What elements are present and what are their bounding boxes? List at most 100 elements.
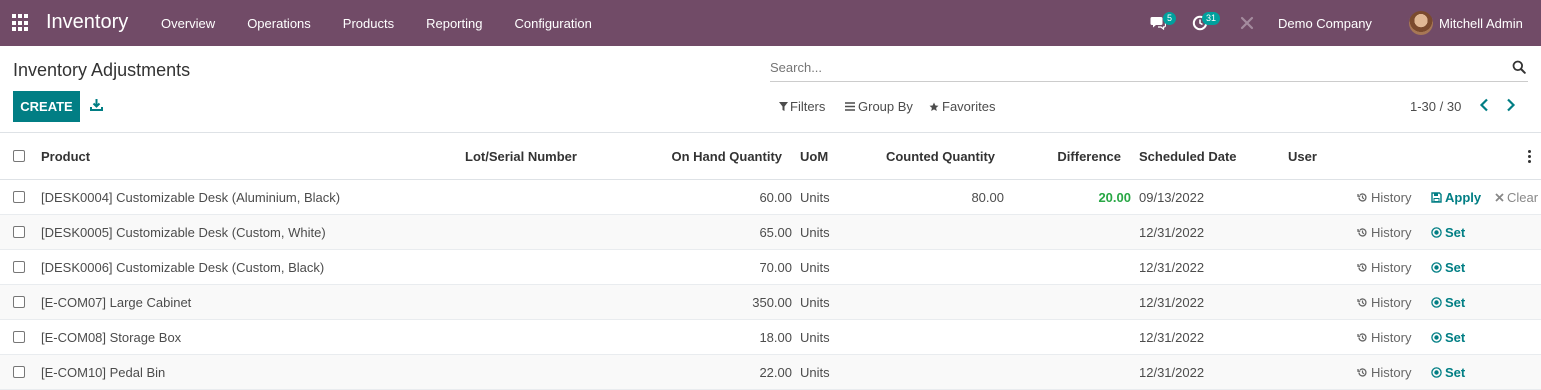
pager-value[interactable]: 1-30 / 30 xyxy=(1410,99,1461,114)
target-icon xyxy=(1431,296,1442,308)
app-menu-icon[interactable] xyxy=(12,14,30,32)
user-avatar[interactable] xyxy=(1409,11,1433,35)
date-cell: 12/31/2022 xyxy=(1139,329,1205,345)
inventory-table: Product Lot/Serial Number On Hand Quanti… xyxy=(0,132,1541,390)
menu-operations[interactable]: Operations xyxy=(247,16,311,31)
table-header: Product Lot/Serial Number On Hand Quanti… xyxy=(0,133,1541,180)
date-cell: 12/31/2022 xyxy=(1139,224,1205,240)
app-title[interactable]: Inventory xyxy=(46,11,128,34)
uom-cell: Units xyxy=(800,189,830,205)
filter-icon xyxy=(779,102,788,111)
favorites-button[interactable]: Favorites xyxy=(929,99,995,114)
column-on-hand[interactable]: On Hand Quantity xyxy=(640,133,783,179)
row-checkbox[interactable] xyxy=(13,331,25,343)
on-hand-cell: 350.00 xyxy=(752,294,792,310)
product-cell: [E-COM08] Storage Box xyxy=(41,329,182,345)
menu-products[interactable]: Products xyxy=(343,16,394,31)
favorites-label: Favorites xyxy=(942,99,996,114)
row-checkbox[interactable] xyxy=(13,191,25,203)
set-button[interactable]: Set xyxy=(1431,250,1465,284)
on-hand-cell: 60.00 xyxy=(759,189,792,205)
star-icon xyxy=(929,102,939,111)
table-row[interactable]: [E-COM08] Storage Box 18.00 Units 12/31/… xyxy=(0,320,1541,355)
history-icon xyxy=(1357,332,1367,342)
on-hand-cell: 18.00 xyxy=(759,329,792,345)
debug-button[interactable] xyxy=(1240,0,1254,46)
search-icon[interactable] xyxy=(1512,60,1526,74)
uom-cell: Units xyxy=(800,259,830,275)
column-product[interactable]: Product xyxy=(41,133,90,179)
table-row[interactable]: [DESK0004] Customizable Desk (Aluminium,… xyxy=(0,180,1541,215)
column-counted[interactable]: Counted Quantity xyxy=(860,133,995,179)
target-icon xyxy=(1431,261,1442,273)
row-checkbox[interactable] xyxy=(13,366,25,378)
column-user[interactable]: User xyxy=(1288,133,1317,179)
product-cell: [DESK0006] Customizable Desk (Custom, Bl… xyxy=(41,259,325,275)
column-difference[interactable]: Difference xyxy=(1030,133,1121,179)
date-cell: 12/31/2022 xyxy=(1139,259,1205,275)
chevron-right-icon[interactable] xyxy=(1506,98,1516,112)
column-scheduled-date[interactable]: Scheduled Date xyxy=(1139,133,1237,179)
product-cell: [E-COM07] Large Cabinet xyxy=(41,294,192,310)
product-cell: [DESK0005] Customizable Desk (Custom, Wh… xyxy=(41,224,326,240)
uom-cell: Units xyxy=(800,224,830,240)
history-icon xyxy=(1357,192,1367,202)
column-uom[interactable]: UoM xyxy=(800,133,828,179)
date-cell: 12/31/2022 xyxy=(1139,294,1205,310)
table-row[interactable]: [E-COM10] Pedal Bin 22.00 Units 12/31/20… xyxy=(0,355,1541,390)
product-cell: [DESK0004] Customizable Desk (Aluminium,… xyxy=(41,189,341,205)
optional-columns-icon[interactable] xyxy=(1528,150,1531,165)
clear-label: Clear xyxy=(1507,189,1539,205)
history-button[interactable]: History xyxy=(1357,250,1411,284)
messages-button[interactable] xyxy=(1150,0,1166,46)
menu-reporting[interactable]: Reporting xyxy=(426,16,482,31)
history-icon xyxy=(1357,227,1367,237)
set-button[interactable]: Set xyxy=(1431,285,1465,319)
download-icon[interactable] xyxy=(90,98,103,111)
on-hand-cell: 70.00 xyxy=(759,259,792,275)
history-button[interactable]: History xyxy=(1357,285,1411,319)
filters-label: Filters xyxy=(790,99,826,114)
history-label: History xyxy=(1371,294,1412,310)
set-button[interactable]: Set xyxy=(1431,320,1465,354)
set-button[interactable]: Set xyxy=(1431,215,1465,249)
create-button[interactable]: CREATE xyxy=(13,91,80,122)
activities-badge: 31 xyxy=(1202,12,1221,25)
table-row[interactable]: [E-COM07] Large Cabinet 350.00 Units 12/… xyxy=(0,285,1541,320)
select-all-checkbox[interactable] xyxy=(13,150,25,162)
table-row[interactable]: [DESK0006] Customizable Desk (Custom, Bl… xyxy=(0,250,1541,285)
on-hand-cell: 22.00 xyxy=(759,364,792,380)
date-cell: 12/31/2022 xyxy=(1139,364,1205,380)
history-button[interactable]: History xyxy=(1357,355,1411,389)
table-row[interactable]: [DESK0005] Customizable Desk (Custom, Wh… xyxy=(0,215,1541,250)
group-by-label: Group By xyxy=(858,99,913,114)
set-label: Set xyxy=(1445,294,1466,310)
difference-cell: 20.00 xyxy=(1098,189,1131,205)
user-menu[interactable]: Mitchell Admin xyxy=(1439,16,1523,31)
save-icon xyxy=(1431,191,1442,203)
history-label: History xyxy=(1371,329,1412,345)
page-title: Inventory Adjustments xyxy=(13,60,191,80)
menu-overview[interactable]: Overview xyxy=(161,16,215,31)
history-button[interactable]: History xyxy=(1357,215,1411,249)
chevron-left-icon[interactable] xyxy=(1479,98,1489,112)
history-button[interactable]: History xyxy=(1357,180,1411,214)
menu-configuration[interactable]: Configuration xyxy=(514,16,591,31)
apply-button[interactable]: Apply xyxy=(1431,180,1481,214)
row-checkbox[interactable] xyxy=(13,226,25,238)
clear-button[interactable]: Clear xyxy=(1495,180,1538,214)
filters-button[interactable]: Filters xyxy=(779,99,825,114)
row-checkbox[interactable] xyxy=(13,296,25,308)
history-label: History xyxy=(1371,364,1412,380)
company-switcher[interactable]: Demo Company xyxy=(1278,16,1372,31)
search-input[interactable] xyxy=(770,54,1490,80)
row-checkbox[interactable] xyxy=(13,261,25,273)
column-lot[interactable]: Lot/Serial Number xyxy=(465,133,577,179)
history-label: History xyxy=(1371,189,1412,205)
history-button[interactable]: History xyxy=(1357,320,1411,354)
history-label: History xyxy=(1371,259,1412,275)
counted-cell[interactable]: 80.00 xyxy=(860,180,1004,214)
product-cell: [E-COM10] Pedal Bin xyxy=(41,364,166,380)
group-by-button[interactable]: Group By xyxy=(845,99,913,114)
set-button[interactable]: Set xyxy=(1431,355,1465,389)
